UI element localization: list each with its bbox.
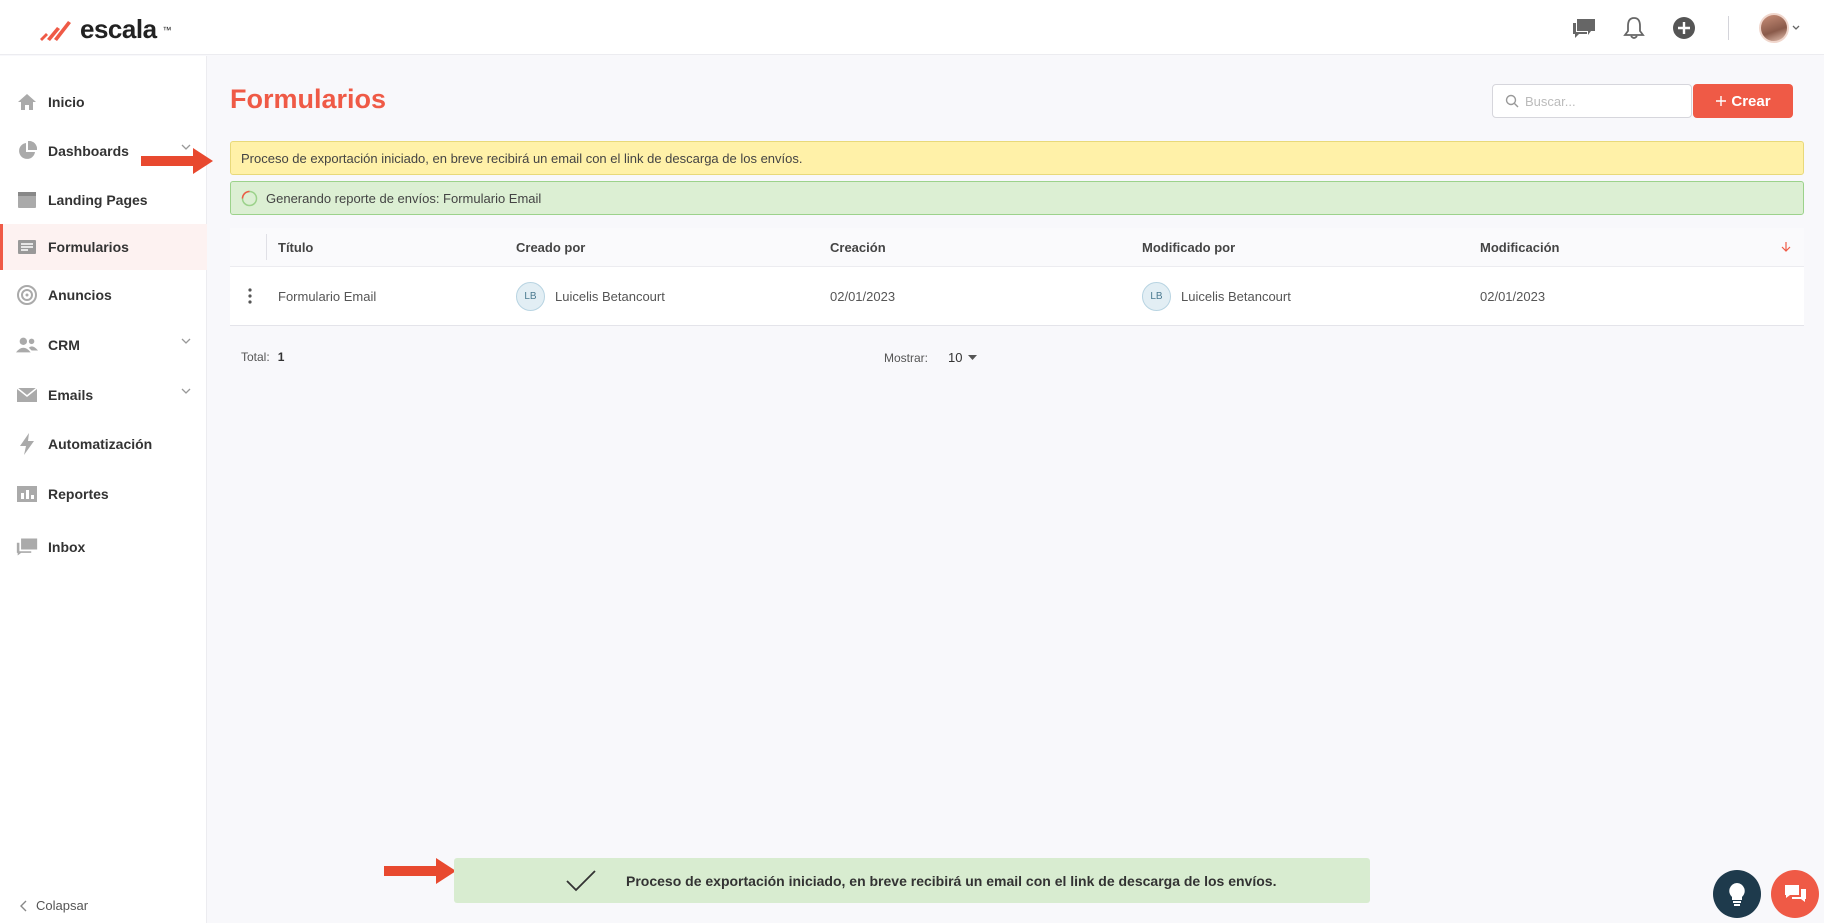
landing-page-icon: [16, 189, 38, 211]
sidebar-item-label: CRM: [48, 337, 80, 353]
sidebar-item-label: Inicio: [48, 94, 85, 110]
lightning-icon: [16, 433, 38, 455]
export-alert-text: Proceso de exportación iniciado, en brev…: [241, 150, 803, 166]
sidebar-item-emails[interactable]: Emails: [0, 372, 207, 418]
page-size-select[interactable]: 10: [948, 350, 978, 365]
total-count: Total: 1: [241, 350, 284, 364]
chevron-down-icon: [181, 338, 191, 344]
row-modified-date: 02/01/2023: [1480, 267, 1545, 325]
forms-table: Título Creado por Creación Modificado po…: [230, 228, 1804, 326]
sidebar-item-label: Landing Pages: [48, 192, 148, 208]
home-icon: [16, 91, 38, 113]
logo-text: escala: [80, 14, 157, 44]
search-box[interactable]: [1492, 84, 1692, 118]
target-icon: [16, 284, 38, 306]
pie-chart-icon: [16, 140, 38, 162]
annotation-arrow-icon: [141, 148, 213, 174]
column-header-titulo[interactable]: Título: [278, 240, 313, 255]
row-created-date: 02/01/2023: [830, 267, 895, 325]
sidebar-item-inicio[interactable]: Inicio: [0, 79, 207, 125]
chevron-down-icon: [181, 388, 191, 394]
row-modified-by-name: Luicelis Betancourt: [1181, 288, 1291, 304]
row-title[interactable]: Formulario Email: [278, 267, 376, 325]
avatar: LB: [1142, 281, 1171, 311]
logo-tm: ™: [162, 24, 172, 35]
chat-icon: [1785, 885, 1806, 902]
sidebar-item-anuncios[interactable]: Anuncios: [0, 272, 207, 318]
sidebar-item-automatizacion[interactable]: Automatización: [0, 421, 207, 467]
row-title-text: Formulario Email: [278, 288, 377, 304]
avatar: [1759, 13, 1789, 43]
column-header-modificacion[interactable]: Modificación: [1480, 240, 1559, 255]
page-size-value: 10: [948, 350, 963, 365]
sort-arrow-down-icon[interactable]: [1781, 241, 1791, 253]
collapse-sidebar-button[interactable]: Colapsar: [20, 898, 88, 913]
row-modified-date-text: 02/01/2023: [1480, 288, 1546, 304]
sidebar-item-label: Inbox: [48, 539, 86, 555]
sidebar-item-label: Dashboards: [48, 143, 129, 159]
users-icon: [16, 334, 38, 356]
report-progress-alert: Generando reporte de envíos: Formulario …: [230, 181, 1804, 215]
sidebar-item-formularios[interactable]: Formularios: [0, 224, 207, 270]
row-modified-by: LB Luicelis Betancourt: [1142, 267, 1291, 325]
create-button[interactable]: Crear: [1693, 84, 1793, 118]
plus-icon: [1716, 96, 1727, 106]
bell-icon[interactable]: [1620, 14, 1648, 42]
sidebar-item-label: Emails: [48, 387, 94, 403]
sidebar-item-label: Automatización: [48, 436, 153, 452]
create-label: Crear: [1731, 92, 1771, 110]
form-icon: [16, 236, 38, 258]
sidebar-item-inbox[interactable]: Inbox: [0, 524, 207, 570]
table-row[interactable]: Formulario Email LB Luicelis Betancourt …: [230, 267, 1804, 325]
search-input[interactable]: [1525, 93, 1675, 109]
column-header-creacion[interactable]: Creación: [830, 240, 886, 255]
chevron-down-icon: [1792, 25, 1800, 30]
success-toast: Proceso de exportación iniciado, en brev…: [454, 858, 1370, 903]
row-created-date-text: 02/01/2023: [830, 288, 896, 304]
chat-support-button[interactable]: [1771, 870, 1819, 918]
lightbulb-icon: [1729, 883, 1745, 906]
bar-chart-icon: [16, 483, 38, 505]
sidebar-item-crm[interactable]: CRM: [0, 322, 207, 368]
escala-logo[interactable]: escala ™: [38, 14, 172, 45]
tips-button[interactable]: [1713, 870, 1761, 918]
sidebar-item-reportes[interactable]: Reportes: [0, 471, 207, 517]
page-size: Mostrar: 10: [884, 350, 978, 365]
sidebar-item-label: Formularios: [48, 239, 129, 255]
inbox-icon: [16, 536, 38, 558]
plus-circle-icon[interactable]: [1670, 14, 1698, 42]
row-created-by-name: Luicelis Betancourt: [555, 288, 665, 304]
envelope-icon: [16, 384, 38, 406]
sidebar-item-landing-pages[interactable]: Landing Pages: [0, 177, 207, 223]
column-header-modificado-por[interactable]: Modificado por: [1142, 240, 1235, 255]
total-value: 1: [277, 350, 285, 364]
search-icon: [1505, 94, 1519, 108]
chat-bubbles-icon[interactable]: [1570, 14, 1598, 42]
checkmark-icon: [566, 869, 596, 891]
sidebar-item-label: Reportes: [48, 486, 109, 502]
export-alert: Proceso de exportación iniciado, en brev…: [230, 141, 1804, 175]
column-header-creado-por[interactable]: Creado por: [516, 240, 585, 255]
report-progress-text: Generando reporte de envíos: Formulario …: [266, 190, 542, 206]
sidebar: Inicio Dashboards Landing Pages Formular…: [0, 56, 207, 923]
row-created-by: LB Luicelis Betancourt: [516, 267, 665, 325]
header-divider: [266, 234, 267, 260]
logo-mark-icon: [40, 20, 71, 41]
collapse-label: Colapsar: [36, 898, 89, 913]
page-size-label: Mostrar:: [884, 350, 929, 365]
avatar: LB: [516, 281, 545, 311]
row-menu-icon[interactable]: [240, 267, 260, 325]
annotation-arrow-icon: [384, 858, 456, 884]
top-bar: escala ™: [0, 0, 1824, 55]
table-header: Título Creado por Creación Modificado po…: [230, 228, 1804, 267]
spinner-icon: [241, 190, 258, 206]
caret-down-icon: [968, 354, 978, 360]
toast-message: Proceso de exportación iniciado, en brev…: [626, 872, 1277, 889]
page-title: Formularios: [230, 84, 387, 114]
sidebar-item-label: Anuncios: [48, 287, 112, 303]
chevron-left-icon: [20, 900, 27, 911]
user-menu[interactable]: [1759, 13, 1800, 43]
topbar-divider: [1728, 16, 1729, 40]
total-label: Total:: [241, 350, 270, 364]
